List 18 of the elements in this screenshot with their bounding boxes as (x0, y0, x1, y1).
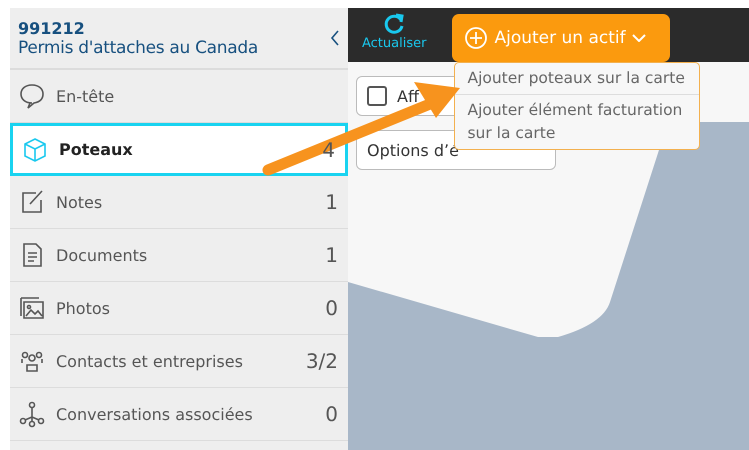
plus-circle-icon (464, 26, 488, 50)
speech-bubble-icon (18, 82, 46, 110)
item-count: 0 (325, 402, 338, 426)
network-icon (18, 400, 46, 428)
image-icon (18, 294, 46, 322)
cube-icon (21, 136, 49, 164)
checkbox[interactable] (367, 86, 387, 106)
record-id: 991212 (18, 18, 86, 38)
item-count: 1 (325, 243, 338, 267)
refresh-icon (382, 12, 406, 36)
item-count: 1 (325, 190, 338, 214)
chevron-left-icon[interactable] (330, 30, 340, 46)
item-count: 3/2 (306, 349, 338, 373)
item-count: 0 (325, 296, 338, 320)
chevron-down-icon (632, 34, 646, 42)
refresh-button[interactable]: Actualiser (362, 8, 426, 51)
record-title: Permis d'attaches au Canada (18, 38, 259, 58)
checkbox-label: Aff (397, 86, 419, 106)
